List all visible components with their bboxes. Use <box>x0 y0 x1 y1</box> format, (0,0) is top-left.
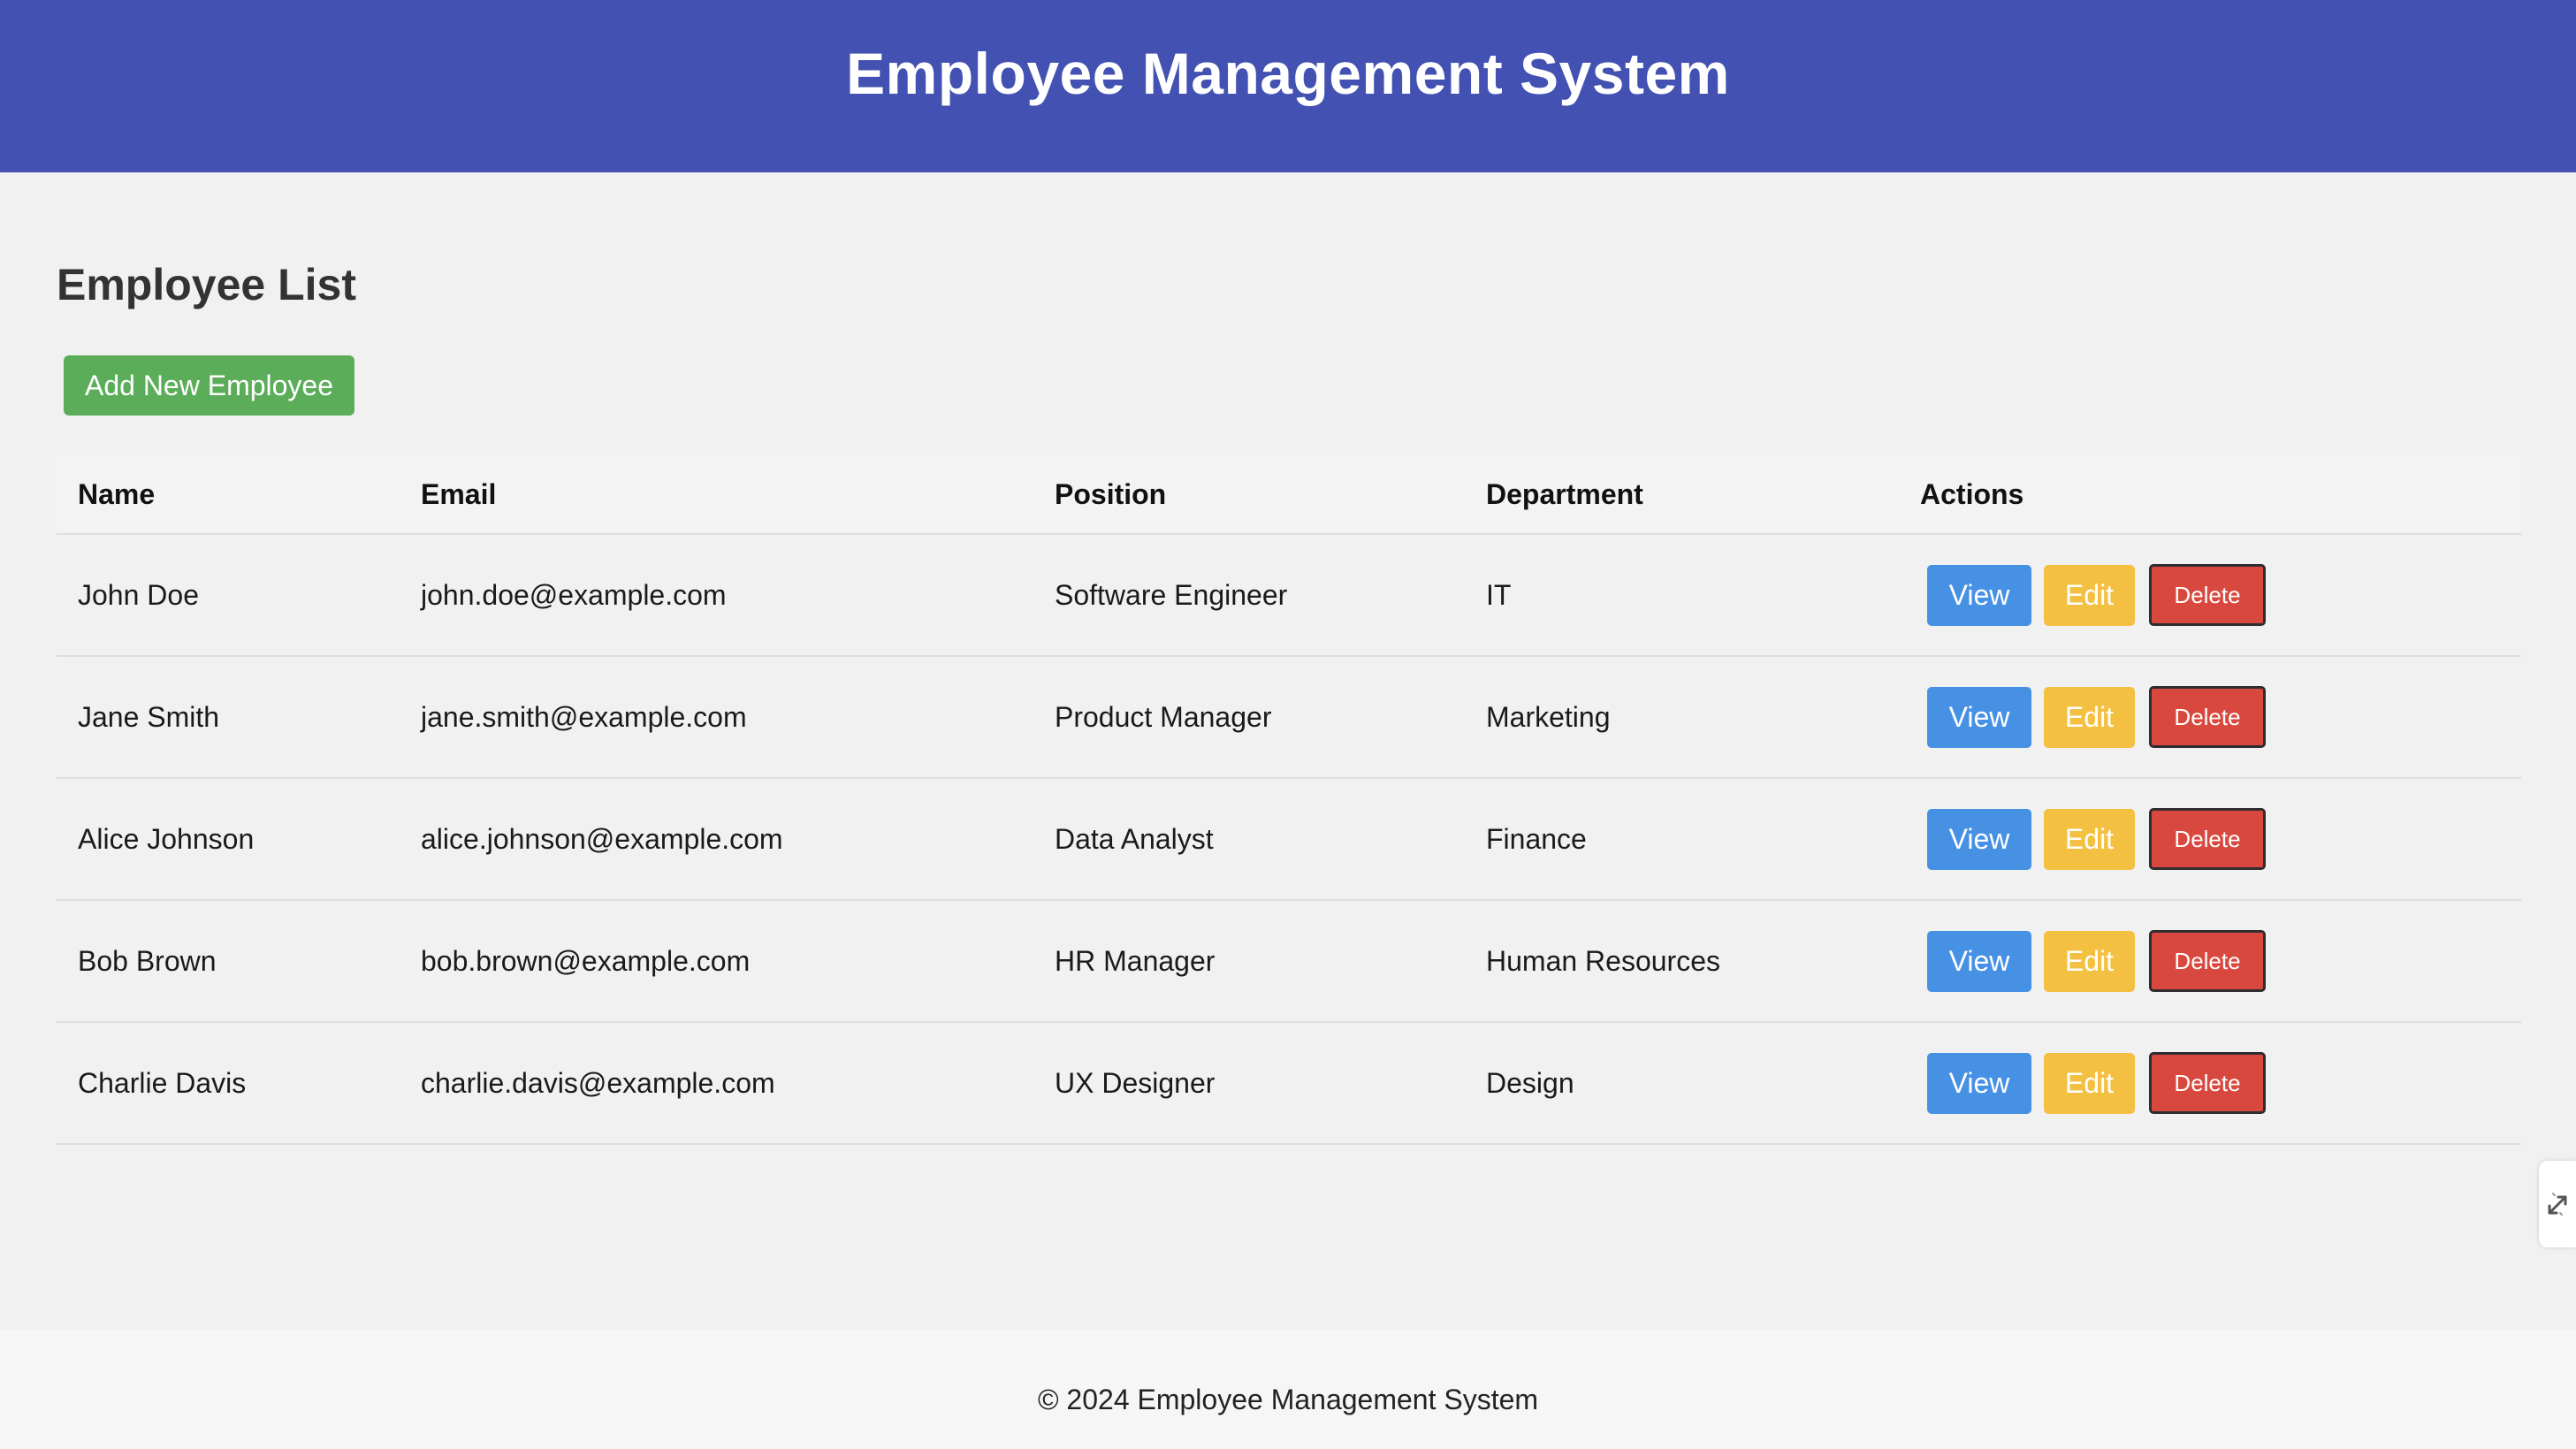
cell-name: Charlie Davis <box>78 1066 247 1099</box>
table-row: John Doe john.doe@example.com Software E… <box>57 535 2521 657</box>
row-actions: View Edit Delete <box>1927 657 2266 777</box>
view-button[interactable]: View <box>1927 564 2031 626</box>
cell-position: HR Manager <box>1055 944 1216 977</box>
view-button[interactable]: View <box>1927 808 2031 870</box>
cell-position: Product Manager <box>1055 700 1272 733</box>
table-header-row: Name Email Position Department Actions <box>57 455 2521 535</box>
edit-button[interactable]: Edit <box>2044 1052 2135 1114</box>
cell-department: Design <box>1486 1066 1574 1099</box>
table-row: Alice Johnson alice.johnson@example.com … <box>57 779 2521 901</box>
delete-button[interactable]: Delete <box>2149 564 2266 626</box>
edit-button[interactable]: Edit <box>2044 930 2135 992</box>
expand-arrows-icon <box>2548 1193 2567 1216</box>
row-actions: View Edit Delete <box>1927 535 2266 655</box>
edit-button[interactable]: Edit <box>2044 686 2135 748</box>
row-actions: View Edit Delete <box>1927 1023 2266 1143</box>
cell-email: alice.johnson@example.com <box>421 822 783 855</box>
add-new-employee-button[interactable]: Add New Employee <box>64 355 354 416</box>
column-header-email: Email <box>421 477 497 510</box>
column-header-department: Department <box>1486 477 1643 510</box>
column-header-name: Name <box>78 477 156 510</box>
table-row: Bob Brown bob.brown@example.com HR Manag… <box>57 901 2521 1023</box>
main-content: Employee List Add New Employee Name Emai… <box>0 172 2576 1331</box>
view-button[interactable]: View <box>1927 930 2031 992</box>
cell-name: Bob Brown <box>78 944 217 977</box>
delete-button[interactable]: Delete <box>2149 930 2266 992</box>
edit-button[interactable]: Edit <box>2044 564 2135 626</box>
cell-department: Marketing <box>1486 700 1611 733</box>
cell-name: Alice Johnson <box>78 822 255 855</box>
delete-button[interactable]: Delete <box>2149 1052 2266 1114</box>
page-title: Employee List <box>57 260 356 309</box>
cell-email: bob.brown@example.com <box>421 944 751 977</box>
row-actions: View Edit Delete <box>1927 779 2266 899</box>
column-header-position: Position <box>1055 477 1167 510</box>
delete-button[interactable]: Delete <box>2149 808 2266 870</box>
employee-table: Name Email Position Department Actions J… <box>57 455 2521 1145</box>
cell-email: charlie.davis@example.com <box>421 1066 775 1099</box>
footer-copyright: © 2024 Employee Management System <box>1037 1383 1539 1415</box>
view-button[interactable]: View <box>1927 1052 2031 1114</box>
side-panel-toggle[interactable] <box>2539 1161 2576 1247</box>
delete-button[interactable]: Delete <box>2149 686 2266 748</box>
app-header: Employee Management System <box>0 0 2576 172</box>
cell-name: Jane Smith <box>78 700 220 733</box>
table-row: Charlie Davis charlie.davis@example.com … <box>57 1023 2521 1145</box>
cell-email: jane.smith@example.com <box>421 700 747 733</box>
edit-button[interactable]: Edit <box>2044 808 2135 870</box>
view-button[interactable]: View <box>1927 686 2031 748</box>
app-footer: © 2024 Employee Management System <box>0 1331 2576 1449</box>
cell-position: Data Analyst <box>1055 822 1214 855</box>
cell-department: Human Resources <box>1486 944 1720 977</box>
row-actions: View Edit Delete <box>1927 901 2266 1021</box>
column-header-actions: Actions <box>1920 477 2024 510</box>
app-title: Employee Management System <box>846 40 1730 106</box>
table-row: Jane Smith jane.smith@example.com Produc… <box>57 657 2521 779</box>
cell-name: John Doe <box>78 578 199 611</box>
cell-department: IT <box>1486 578 1512 611</box>
cell-department: Finance <box>1486 822 1587 855</box>
cell-position: UX Designer <box>1055 1066 1216 1099</box>
cell-email: john.doe@example.com <box>421 578 727 611</box>
cell-position: Software Engineer <box>1055 578 1288 611</box>
